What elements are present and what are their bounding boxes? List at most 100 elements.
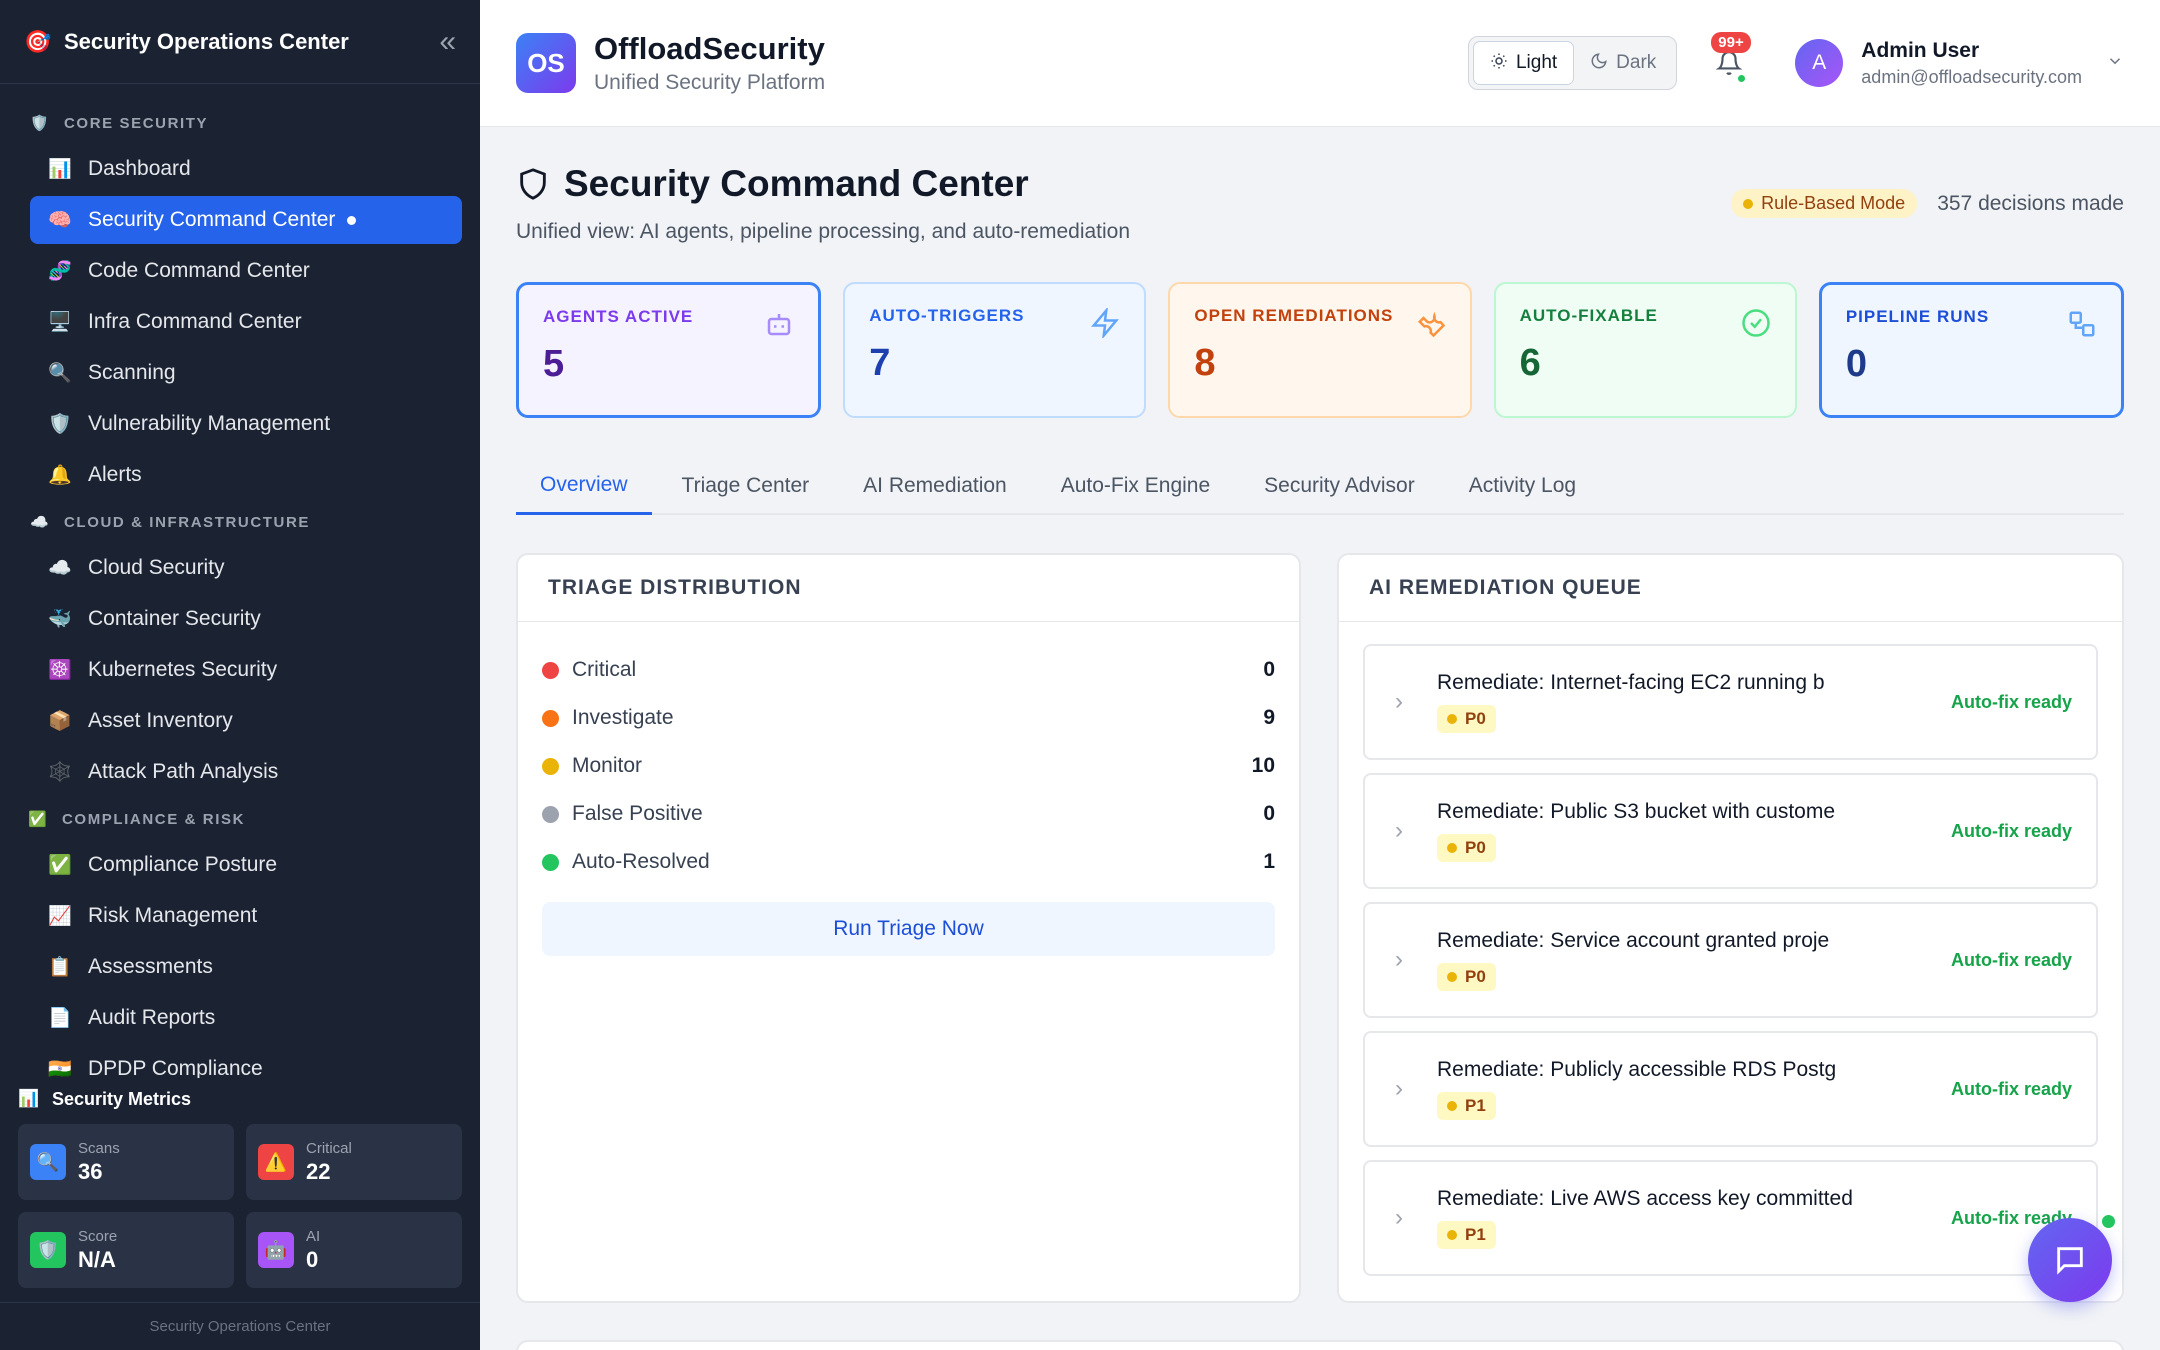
sidebar-item-scanning[interactable]: 🔍 Scanning — [30, 349, 462, 397]
triage-row-investigate[interactable]: Investigate 9 — [542, 694, 1275, 742]
priority-label: P1 — [1465, 1096, 1486, 1115]
metric-ai[interactable]: 🤖 AI 0 — [246, 1212, 462, 1288]
priority-dot — [1447, 972, 1457, 982]
tab-activity-log[interactable]: Activity Log — [1445, 457, 1600, 515]
run-triage-button[interactable]: Run Triage Now — [542, 902, 1275, 956]
chevron-right-icon[interactable]: › — [1395, 1075, 1437, 1103]
remediation-body: Remediate: Live AWS access key committed… — [1437, 1187, 1951, 1249]
triage-row-auto-resolved[interactable]: Auto-Resolved 1 — [542, 838, 1275, 886]
sidebar-item-container-security[interactable]: 🐳 Container Security — [30, 595, 462, 643]
sidebar-item-alerts[interactable]: 🔔 Alerts — [30, 451, 462, 499]
stat-pipeline-runs[interactable]: PIPELINE RUNS 0 — [1818, 282, 2125, 418]
metric-scans[interactable]: 🔍 Scans 36 — [18, 1124, 234, 1200]
priority-dot — [1447, 714, 1457, 724]
stat-label: AUTO-FIXABLE — [1519, 306, 1658, 325]
remediation-item[interactable]: › Remediate: Public S3 bucket with custo… — [1363, 773, 2098, 889]
sidebar-footer: Security Operations Center — [0, 1302, 480, 1350]
sidebar-item-assessments[interactable]: 📋 Assessments — [30, 943, 462, 991]
stat-open-remediations[interactable]: OPEN REMEDIATIONS 8 — [1168, 282, 1472, 418]
chat-button[interactable] — [2028, 1218, 2112, 1302]
remediation-item[interactable]: › Remediate: Internet-facing EC2 running… — [1363, 644, 2098, 760]
notifications-button[interactable]: 99+ — [1709, 32, 1751, 88]
check-box-icon: ✅ — [28, 811, 47, 828]
stat-auto-fixable[interactable]: AUTO-FIXABLE 6 — [1493, 282, 1797, 418]
sidebar-item-audit-reports[interactable]: 📄 Audit Reports — [30, 994, 462, 1042]
remediation-body: Remediate: Internet-facing EC2 running b… — [1437, 671, 1951, 733]
stat-value: 8 — [1194, 342, 1216, 384]
tab-ai-remediation[interactable]: AI Remediation — [839, 457, 1031, 515]
panel-title: AI REMEDIATION QUEUE — [1339, 555, 2122, 622]
page-title: Security Command Center — [564, 163, 1029, 204]
sidebar-item-label: Cloud Security — [88, 556, 225, 579]
bar-chart-icon: 📊 — [18, 1089, 40, 1108]
sidebar-item-code-command-center[interactable]: 🧬 Code Command Center — [30, 247, 462, 295]
sidebar-item-infra-command-center[interactable]: 🖥️ Infra Command Center — [30, 298, 462, 346]
priority-badge: P1 — [1437, 1092, 1496, 1120]
triage-row-critical[interactable]: Critical 0 — [542, 646, 1275, 694]
cloud-icon: ☁️ — [30, 514, 49, 531]
theme-toggle: Light Dark — [1467, 36, 1678, 90]
brand-logo[interactable]: OS — [516, 33, 576, 93]
top-bar: OS OffloadSecurity Unified Security Plat… — [480, 0, 2160, 127]
trend-chart-icon: 📈 — [48, 906, 72, 927]
triage-label: Auto-Resolved — [572, 850, 710, 873]
stat-value: 5 — [543, 343, 565, 385]
theme-light-button[interactable]: Light — [1472, 41, 1575, 85]
chat-online-dot — [2100, 1213, 2117, 1230]
section-compliance-risk: ✅ COMPLIANCE & RISK — [0, 800, 480, 838]
sidebar-item-risk-management[interactable]: 📈 Risk Management — [30, 892, 462, 940]
brain-icon: 🧠 — [48, 210, 72, 231]
triage-value: 0 — [1263, 658, 1275, 681]
stat-label: AUTO-TRIGGERS — [869, 306, 1025, 325]
priority-dot — [1447, 843, 1457, 853]
magnifier-icon: 🔍 — [48, 363, 72, 384]
remediation-item[interactable]: › Remediate: Publicly accessible RDS Pos… — [1363, 1031, 2098, 1147]
tab-bar: Overview Triage Center AI Remediation Au… — [516, 457, 2124, 515]
metric-value: N/A — [78, 1246, 116, 1272]
chevron-right-icon[interactable]: › — [1395, 1204, 1437, 1232]
collapse-sidebar-icon[interactable]: « — [439, 25, 456, 59]
tab-security-advisor[interactable]: Security Advisor — [1240, 457, 1439, 515]
check-circle-icon — [1742, 309, 1770, 337]
chevron-right-icon[interactable]: › — [1395, 688, 1437, 716]
sidebar-item-asset-inventory[interactable]: 📦 Asset Inventory — [30, 697, 462, 745]
user-menu[interactable]: A Admin User admin@offloadsecurity.com — [1795, 39, 2124, 88]
metric-critical[interactable]: ⚠️ Critical 22 — [246, 1124, 462, 1200]
chevron-right-icon[interactable]: › — [1395, 946, 1437, 974]
chevron-down-icon — [2106, 52, 2124, 75]
chevron-right-icon[interactable]: › — [1395, 817, 1437, 845]
triage-row-false-positive[interactable]: False Positive 0 — [542, 790, 1275, 838]
sidebar-item-compliance-posture[interactable]: ✅ Compliance Posture — [30, 841, 462, 889]
whale-icon: 🐳 — [48, 609, 72, 630]
sidebar-item-cloud-security[interactable]: ☁️ Cloud Security — [30, 544, 462, 592]
tab-auto-fix-engine[interactable]: Auto-Fix Engine — [1037, 457, 1234, 515]
shield-icon: 🛡️ — [48, 414, 72, 435]
sidebar-item-security-command-center[interactable]: 🧠 Security Command Center — [30, 196, 462, 244]
remediation-title: Remediate: Live AWS access key committed — [1437, 1187, 1853, 1210]
remediation-body: Remediate: Publicly accessible RDS Postg… — [1437, 1058, 1951, 1120]
lightning-icon — [1091, 308, 1120, 338]
mode-status: Rule-Based Mode 357 decisions made — [1731, 189, 2124, 218]
sidebar-item-kubernetes-security[interactable]: ☸️ Kubernetes Security — [30, 646, 462, 694]
triage-label: Critical — [572, 658, 637, 681]
remediation-item[interactable]: › Remediate: Service account granted pro… — [1363, 902, 2098, 1018]
status-dot — [542, 853, 559, 871]
theme-dark-button[interactable]: Dark — [1574, 41, 1672, 85]
remediation-status: Auto-fix ready — [1950, 820, 2072, 841]
sidebar-item-vulnerability-management[interactable]: 🛡️ Vulnerability Management — [30, 400, 462, 448]
brand-name: OffloadSecurity — [594, 31, 825, 66]
sidebar-item-attack-path-analysis[interactable]: 🕸️ Attack Path Analysis — [30, 748, 462, 796]
remediation-status: Auto-fix ready — [1950, 949, 2072, 970]
stat-agents-active[interactable]: AGENTS ACTIVE 5 — [516, 282, 822, 418]
triage-row-monitor[interactable]: Monitor 10 — [542, 742, 1275, 790]
sidebar-item-dashboard[interactable]: 📊 Dashboard — [30, 145, 462, 193]
stat-auto-triggers[interactable]: AUTO-TRIGGERS 7 — [843, 282, 1147, 418]
remediation-item[interactable]: › Remediate: Live AWS access key committ… — [1363, 1160, 2098, 1276]
sidebar-item-label: Scanning — [88, 361, 176, 384]
metric-score[interactable]: 🛡️ Score N/A — [18, 1212, 234, 1288]
tab-overview[interactable]: Overview — [516, 457, 652, 515]
ai-remediation-queue-panel: AI REMEDIATION QUEUE › Remediate: Intern… — [1337, 553, 2124, 1303]
web-icon: 🕸️ — [48, 762, 72, 783]
tab-triage-center[interactable]: Triage Center — [658, 457, 834, 515]
sidebar-item-dpdp-compliance[interactable]: 🇮🇳 DPDP Compliance — [30, 1045, 462, 1078]
